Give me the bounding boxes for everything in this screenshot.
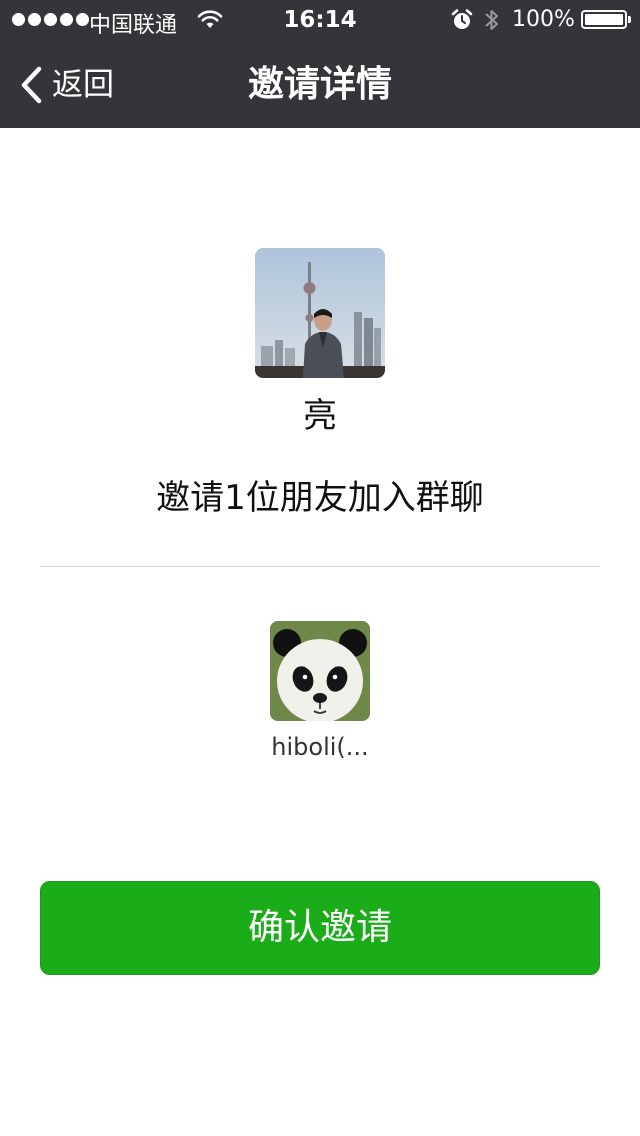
battery-percent: 100% (512, 7, 575, 32)
confirm-invite-button[interactable]: 确认邀请 (40, 881, 600, 975)
alarm-icon (451, 9, 473, 37)
page-title: 邀请详情 (247, 64, 392, 105)
status-bar: 中国联通 16:14 100% (0, 0, 640, 40)
divider (40, 566, 600, 567)
top-bar: 中国联通 16:14 100% 返回 邀请详情 (0, 0, 640, 128)
bluetooth-icon (483, 7, 501, 39)
battery-icon (581, 10, 631, 29)
navigation-bar: 返回 邀请详情 (0, 40, 640, 128)
invitee-avatar[interactable] (270, 621, 370, 721)
inviter-avatar[interactable] (255, 248, 385, 378)
invite-summary: 邀请1位朋友加入群聊 (156, 478, 484, 518)
invitee-item[interactable]: hiboli(... (250, 621, 390, 761)
invitee-name: hiboli(... (271, 733, 369, 761)
inviter-name: 亮 (303, 396, 337, 436)
